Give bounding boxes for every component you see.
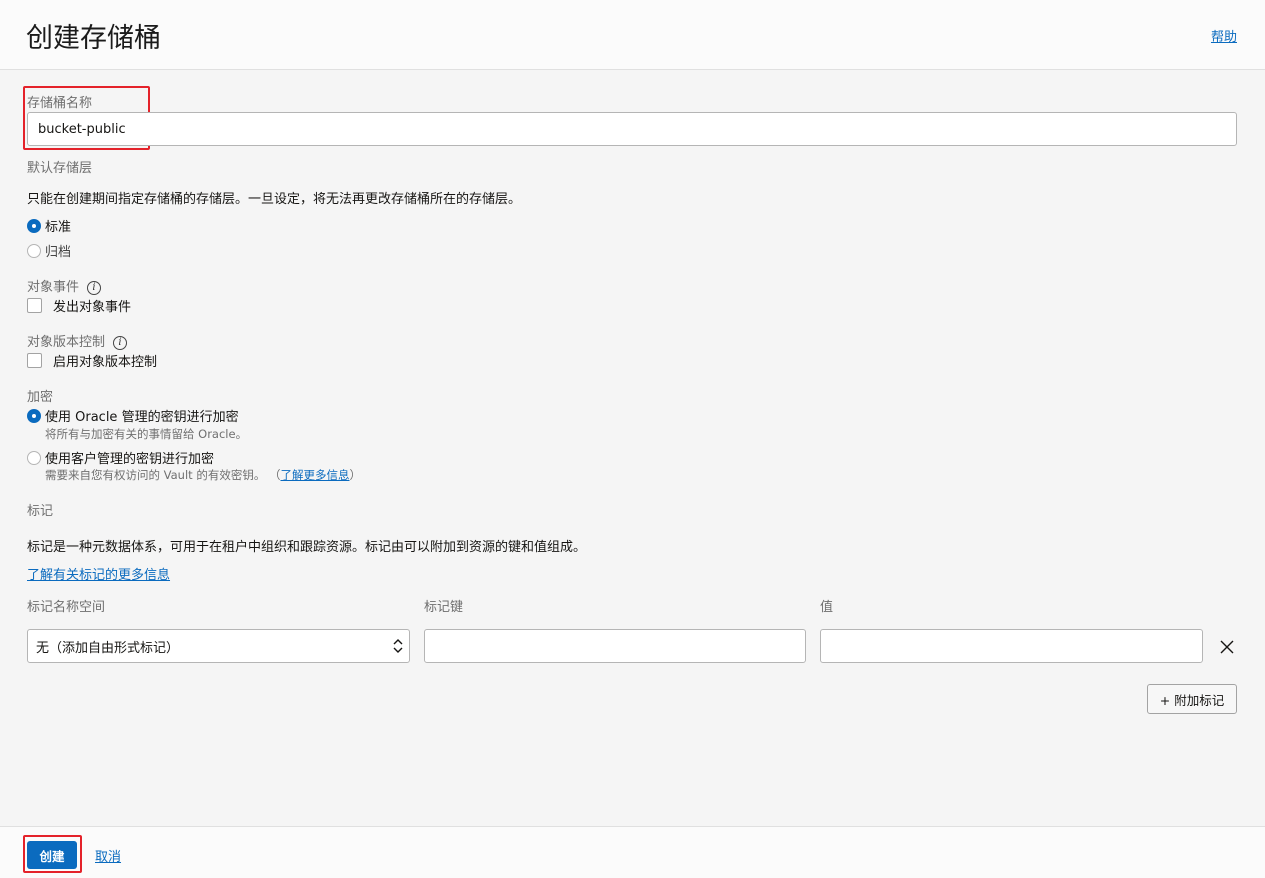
help-link[interactable]: 帮助 bbox=[1211, 26, 1237, 45]
radio-customer-key-indicator[interactable] bbox=[27, 450, 41, 465]
chevron-updown-icon bbox=[393, 639, 403, 653]
radio-customer-key-label: 使用客户管理的密钥进行加密 bbox=[45, 452, 215, 467]
tag-namespace-header: 标记名称空间 bbox=[27, 600, 106, 615]
tag-key-input[interactable] bbox=[424, 629, 806, 663]
page-title: 创建存储桶 bbox=[26, 23, 161, 54]
customer-key-sub-text: 需要来自您有权访问的 Vault 的有效密钥。 bbox=[45, 468, 266, 482]
radio-standard-label: 标准 bbox=[45, 220, 72, 235]
object-versioning-label: 对象版本控制 i bbox=[27, 331, 128, 350]
tags-label: 标记 bbox=[27, 504, 54, 519]
close-icon[interactable] bbox=[1219, 639, 1235, 655]
bucket-name-label: 存储桶名称 bbox=[27, 96, 93, 111]
tag-namespace-select[interactable]: 无（添加自由形式标记） bbox=[27, 629, 410, 663]
cancel-link[interactable]: 取消 bbox=[95, 846, 121, 865]
radio-standard-indicator[interactable] bbox=[27, 218, 41, 233]
object-events-label: 对象事件 i bbox=[27, 276, 102, 295]
radio-oracle-key[interactable]: 使用 Oracle 管理的密钥进行加密 bbox=[27, 406, 239, 425]
tag-key-header: 标记键 bbox=[424, 600, 464, 615]
create-button[interactable]: 创建 bbox=[27, 841, 77, 869]
radio-archive[interactable]: 归档 bbox=[27, 241, 71, 260]
object-versioning-label-text: 对象版本控制 bbox=[27, 335, 106, 350]
versioning-checkbox-row[interactable]: 启用对象版本控制 bbox=[27, 351, 157, 370]
form-content: 存储桶名称 默认存储层 只能在创建期间指定存储桶的存储层。一旦设定，将无法再更改… bbox=[0, 70, 1265, 826]
learn-more-paren-open: （ bbox=[268, 468, 281, 482]
info-icon[interactable]: i bbox=[87, 280, 102, 295]
info-icon[interactable]: i bbox=[113, 335, 128, 350]
add-tag-button[interactable]: + 附加标记 bbox=[1147, 684, 1237, 714]
radio-archive-indicator[interactable] bbox=[27, 243, 41, 258]
tag-value-header: 值 bbox=[820, 600, 834, 615]
tags-learn-more-link[interactable]: 了解有关标记的更多信息 bbox=[27, 564, 170, 583]
object-events-label-text: 对象事件 bbox=[27, 280, 80, 295]
radio-oracle-key-label: 使用 Oracle 管理的密钥进行加密 bbox=[45, 410, 239, 425]
page-header: 创建存储桶 帮助 bbox=[0, 0, 1265, 70]
learn-more-paren-close: ） bbox=[349, 468, 361, 482]
customer-key-description: 需要来自您有权访问的 Vault 的有效密钥。 （了解更多信息） bbox=[45, 467, 361, 483]
oracle-key-description: 将所有与加密有关的事情留给 Oracle。 bbox=[45, 427, 248, 441]
emit-events-checkbox[interactable] bbox=[27, 298, 42, 313]
form-footer: 创建 取消 bbox=[0, 826, 1265, 878]
radio-customer-key[interactable]: 使用客户管理的密钥进行加密 bbox=[27, 448, 214, 467]
versioning-checkbox[interactable] bbox=[27, 353, 42, 368]
learn-more-link[interactable]: 了解更多信息 bbox=[280, 468, 349, 482]
versioning-label: 启用对象版本控制 bbox=[53, 355, 158, 370]
tag-namespace-value: 无（添加自由形式标记） bbox=[36, 640, 180, 656]
storage-tier-description: 只能在创建期间指定存储桶的存储层。一旦设定，将无法再更改存储桶所在的存储层。 bbox=[27, 192, 522, 207]
radio-oracle-key-indicator[interactable] bbox=[27, 408, 41, 423]
bucket-name-input[interactable] bbox=[27, 112, 1237, 146]
storage-tier-label: 默认存储层 bbox=[27, 161, 93, 176]
radio-standard[interactable]: 标准 bbox=[27, 216, 71, 235]
radio-archive-label: 归档 bbox=[45, 245, 72, 260]
emit-events-label: 发出对象事件 bbox=[53, 300, 132, 315]
tag-value-input[interactable] bbox=[820, 629, 1203, 663]
tags-description: 标记是一种元数据体系，可用于在租户中组织和跟踪资源。标记由可以附加到资源的键和值… bbox=[27, 540, 587, 555]
emit-events-checkbox-row[interactable]: 发出对象事件 bbox=[27, 296, 131, 315]
encryption-label: 加密 bbox=[27, 390, 54, 405]
